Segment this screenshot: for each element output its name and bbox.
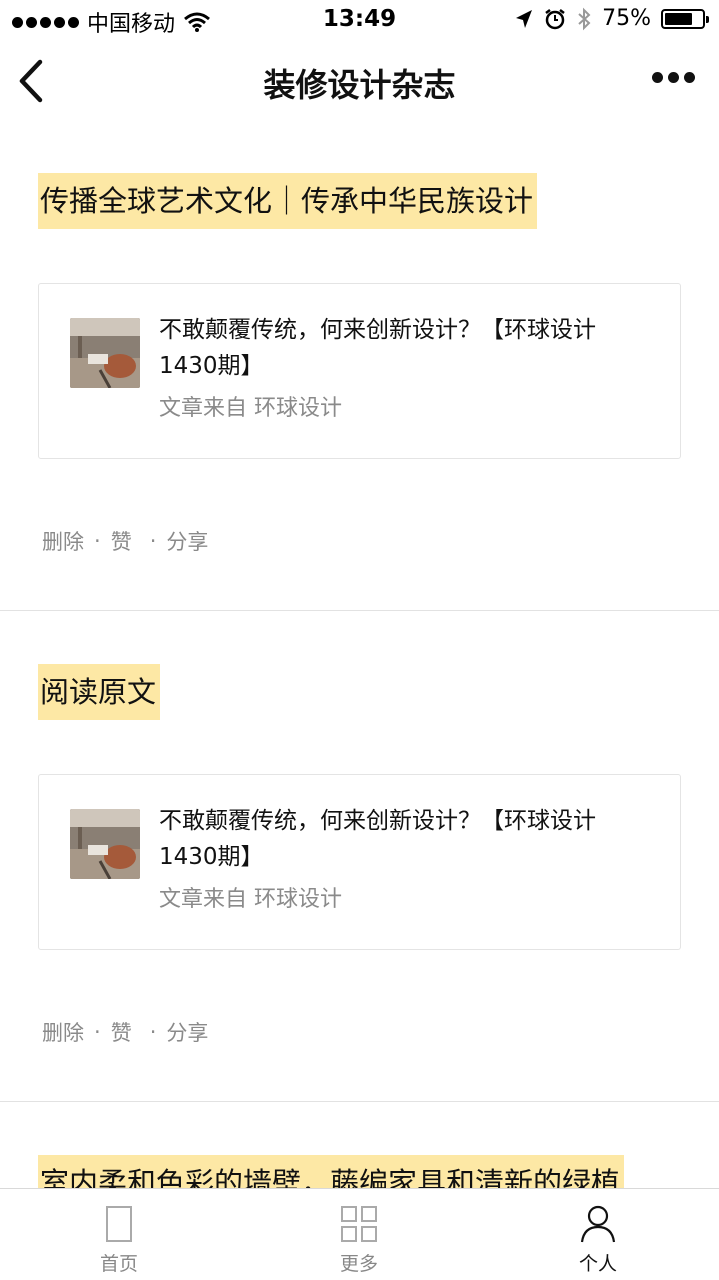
- post-divider: [0, 610, 719, 611]
- separator-dot: ·: [149, 1020, 157, 1044]
- location-arrow-icon: [516, 9, 533, 28]
- nav-bar: 装修设计杂志: [0, 40, 719, 124]
- article-thumbnail: [70, 318, 140, 388]
- more-icon[interactable]: [652, 72, 695, 83]
- battery-percent: 75%: [602, 6, 651, 31]
- tab-more[interactable]: 更多: [299, 1189, 419, 1280]
- post-text[interactable]: 阅读原文: [38, 664, 161, 720]
- article-source: 文章来自 环球设计: [159, 887, 342, 912]
- share-button[interactable]: 分享: [166, 1017, 208, 1047]
- tab-label: 首页: [99, 1253, 138, 1275]
- battery-fill: [665, 12, 692, 25]
- post-text: 室内柔和色彩的墙壁，藤编家具和清新的绿植: [38, 1155, 625, 1188]
- battery-icon: [661, 8, 709, 29]
- separator-dot: ·: [149, 529, 157, 553]
- like-button[interactable]: 赞: [111, 526, 132, 556]
- post-actions: 删除 · 赞 · 分享: [42, 1017, 208, 1047]
- status-right: 75%: [514, 6, 709, 31]
- bluetooth-icon: [578, 7, 591, 30]
- article-title: 不敢颠覆传统，何来创新设计？【环球设计1430期】: [159, 317, 596, 379]
- post-text: 传播全球艺术文化｜传承中华民族设计: [38, 173, 538, 229]
- page-icon: [106, 1206, 132, 1242]
- alarm-icon: [545, 8, 565, 29]
- article-title: 不敢颠覆传统，何来创新设计？【环球设计1430期】: [159, 808, 596, 870]
- grid-icon: [341, 1206, 377, 1242]
- tab-bar: 首页 更多 个人: [0, 1188, 719, 1280]
- tab-label: 个人: [578, 1253, 617, 1275]
- post-divider: [0, 1101, 719, 1102]
- person-icon: [580, 1205, 616, 1243]
- article-source: 文章来自 环球设计: [159, 396, 342, 421]
- delete-button[interactable]: 删除: [42, 1017, 84, 1047]
- page-title: 装修设计杂志: [263, 66, 456, 104]
- tab-label: 更多: [339, 1253, 378, 1275]
- status-bar: 中国移动 13:49 75%: [0, 0, 719, 40]
- share-button[interactable]: 分享: [166, 526, 208, 556]
- feed: 传播全球艺术文化｜传承中华民族设计 不敢颠覆传统，何来创新设计？【环球设计143…: [0, 124, 719, 1188]
- article-card[interactable]: 不敢颠覆传统，何来创新设计？【环球设计1430期】 文章来自 环球设计: [38, 774, 681, 950]
- article-thumbnail: [70, 809, 140, 879]
- like-button[interactable]: 赞: [111, 1017, 132, 1047]
- separator-dot: ·: [94, 529, 101, 553]
- tab-profile[interactable]: 个人: [538, 1189, 658, 1280]
- post-actions: 删除 · 赞 · 分享: [42, 526, 208, 556]
- delete-button[interactable]: 删除: [42, 526, 84, 556]
- tab-home[interactable]: 首页: [59, 1189, 179, 1280]
- separator-dot: ·: [94, 1020, 101, 1044]
- article-card[interactable]: 不敢颠覆传统，何来创新设计？【环球设计1430期】 文章来自 环球设计: [38, 283, 681, 459]
